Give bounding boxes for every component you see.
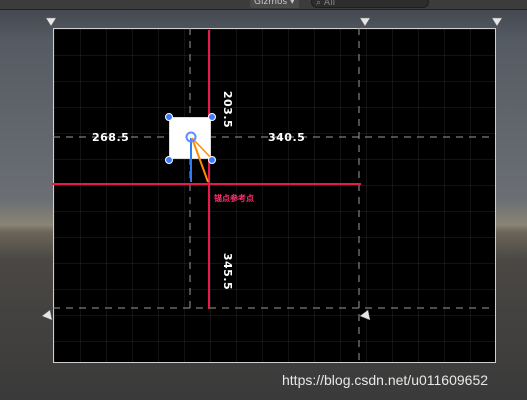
x-axis-handle (191, 137, 209, 183)
resize-handle-top-right (208, 113, 216, 121)
anchor-reference-label: 锚点参考点 (214, 194, 254, 203)
distance-label-right: 340.5 (268, 131, 306, 144)
transform-gizmo (165, 113, 216, 183)
watermark-text: https://blog.csdn.net/u011609652 (282, 372, 489, 388)
resize-handle-bottom-right (208, 156, 216, 164)
resize-handle-top-left (165, 113, 173, 121)
resize-handle-bottom-left (165, 156, 173, 164)
distance-label-top: 203.5 (221, 90, 235, 129)
distance-label-bottom: 345.5 (221, 252, 235, 291)
distance-label-left: 268.5 (92, 131, 130, 144)
